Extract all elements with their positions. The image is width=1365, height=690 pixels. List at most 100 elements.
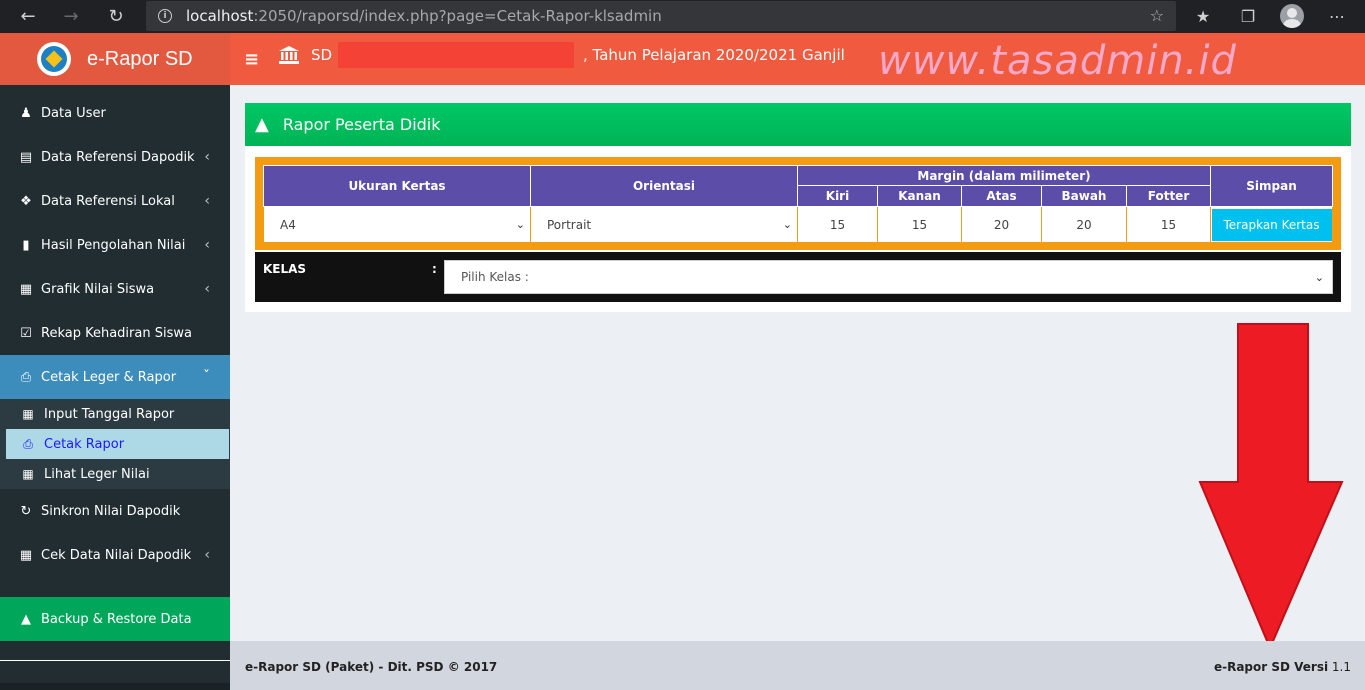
chevron-down-icon: ⌄ — [782, 218, 792, 231]
margin-kiri-input[interactable]: 15 — [797, 206, 878, 243]
sidebar-item-data-user[interactable]: ♟ Data User — [0, 91, 230, 135]
forward-icon[interactable]: → — [56, 1, 86, 31]
users-icon: ♟ — [20, 105, 32, 121]
sidebar-item-cetak-leger-rapor[interactable]: ⎙ Cetak Leger & Rapor ˇ — [0, 355, 230, 399]
logo-area[interactable]: e-Rapor SD — [0, 33, 230, 85]
header-kanan: Kanan — [877, 185, 962, 207]
footer-version-label: e-Rapor SD Versi — [1213, 660, 1329, 674]
app-title: e-Rapor SD — [87, 47, 193, 70]
sidebar-item-label: Backup & Restore Data — [41, 611, 192, 627]
refresh-icon: ↻ — [20, 503, 32, 519]
header-margin: Margin (dalam milimeter) — [797, 165, 1211, 186]
chevron-left-icon: ‹ — [204, 547, 210, 563]
browser-toolbar: ← → ↻ i localhost:2050/raporsd/index.php… — [0, 0, 1365, 33]
header-orientasi: Orientasi — [530, 165, 798, 207]
calendar-icon: ▦ — [22, 407, 34, 421]
tut-wuri-logo-icon — [37, 42, 71, 76]
sidebar-item-grafik-nilai-siswa[interactable]: ▦ Grafik Nilai Siswa ‹ — [0, 267, 230, 311]
footer-version: e-Rapor SD Versi 1.1 — [1214, 660, 1351, 674]
info-icon[interactable]: i — [158, 9, 172, 23]
bookmark-star-icon[interactable]: ☆ — [1150, 6, 1164, 25]
paper-settings-wrapper: Ukuran Kertas Orientasi Margin (dalam mi… — [255, 157, 1341, 250]
sidebar-item-cek-data-nilai-dapodik[interactable]: ▦ Cek Data Nilai Dapodik ‹ — [0, 533, 230, 577]
sidebar-item-label: Rekap Kehadiran Siswa — [41, 325, 192, 341]
academic-year: , Tahun Pelajaran 2020/2021 Ganjil — [583, 46, 845, 64]
watermark-text: www.tasadmin.id — [878, 38, 1237, 84]
paper-size-value: A4 — [280, 217, 296, 232]
url-text: localhost:2050/raporsd/index.php?page=Ce… — [186, 7, 662, 25]
sidebar-item-hasil-pengolahan-nilai[interactable]: ▮ Hasil Pengolahan Nilai ‹ — [0, 223, 230, 267]
sidebar-item-rekap-kehadiran-siswa[interactable]: ☑ Rekap Kehadiran Siswa — [0, 311, 230, 355]
back-icon[interactable]: ← — [13, 1, 43, 31]
header-ukuran-kertas: Ukuran Kertas — [263, 165, 531, 207]
kelas-placeholder: Pilih Kelas : — [461, 270, 529, 284]
th-large-icon: ▦ — [19, 547, 33, 563]
server-icon: ▤ — [19, 149, 33, 165]
apply-cell: Terapkan Kertas — [1210, 206, 1333, 243]
more-icon[interactable]: ⋯ — [1325, 4, 1349, 28]
menu-toggle-icon[interactable]: ≡ — [244, 49, 259, 70]
margin-atas-input[interactable]: 20 — [961, 206, 1042, 243]
sidebar-item-label: Data Referensi Lokal — [41, 193, 175, 209]
red-arrow-annotation — [1198, 323, 1344, 651]
book-icon: ▮ — [22, 237, 30, 253]
print-icon: ⎙ — [20, 369, 32, 385]
favorites-icon[interactable]: ★ — [1191, 4, 1215, 28]
sidebar-item-data-referensi-lokal[interactable]: ❖ Data Referensi Lokal ‹ — [0, 179, 230, 223]
print-icon: ⎙ — [23, 436, 33, 451]
sidebar: ♟ Data User ▤ Data Referensi Dapodik ‹ ❖… — [0, 85, 230, 690]
margin-fotter-input[interactable]: 15 — [1126, 206, 1211, 243]
sidebar-item-label: Data User — [41, 105, 106, 121]
orientation-value: Portrait — [547, 217, 592, 232]
sidebar-item-label: Cek Data Nilai Dapodik — [41, 547, 192, 563]
panel-header: ▲ Rapor Peserta Didik — [245, 103, 1351, 146]
kelas-label: KELAS — [263, 262, 307, 276]
chevron-left-icon: ‹ — [204, 281, 210, 297]
bank-icon — [279, 46, 299, 64]
orientation-select[interactable]: Portrait ⌄ — [530, 206, 798, 243]
paper-size-select[interactable]: A4 ⌄ — [263, 206, 531, 243]
sidebar-item-backup-restore[interactable]: ▲ Backup & Restore Data — [0, 597, 230, 641]
address-bar[interactable]: i localhost:2050/raporsd/index.php?page=… — [146, 1, 1176, 31]
rapor-panel: ▲ Rapor Peserta Didik Ukuran Kertas Orie… — [245, 103, 1351, 312]
footer-copyright: e-Rapor SD (Paket) - Dit. PSD © 2017 — [245, 660, 498, 674]
submenu-item-input-tanggal-rapor[interactable]: ▦ Input Tanggal Rapor — [0, 399, 230, 429]
sidebar-item-label: Hasil Pengolahan Nilai — [41, 237, 186, 253]
profile-avatar[interactable] — [1280, 4, 1304, 28]
chevron-left-icon: ‹ — [204, 149, 210, 165]
header-bawah: Bawah — [1041, 185, 1127, 207]
header-simpan: Simpan — [1210, 165, 1333, 207]
grid-icon: ▦ — [22, 467, 34, 481]
kelas-filter-bar: KELAS : Pilih Kelas : ⌄ — [255, 252, 1341, 302]
top-navbar: ≡ SD N , Tahun Pelajaran 2020/2021 Ganji… — [230, 33, 1365, 85]
header-fotter: Fotter — [1126, 185, 1211, 207]
collections-icon[interactable]: ❐ — [1236, 4, 1260, 28]
sidebar-item-label: Cetak Leger & Rapor — [41, 369, 177, 385]
submenu-item-cetak-rapor[interactable]: ⎙ Cetak Rapor — [6, 429, 229, 459]
apply-paper-button[interactable]: Terapkan Kertas — [1211, 208, 1332, 241]
footer-version-number: 1.1 — [1328, 660, 1351, 674]
sidebar-item-data-referensi-dapodik[interactable]: ▤ Data Referensi Dapodik ‹ — [0, 135, 230, 179]
redacted-block — [338, 42, 574, 68]
panel-title: Rapor Peserta Didik — [282, 115, 441, 134]
chevron-down-icon: ⌄ — [515, 218, 525, 231]
graduation-cap-icon: ▲ — [255, 114, 269, 135]
submenu-item-label: Lihat Leger Nilai — [44, 466, 150, 482]
margin-kanan-input[interactable]: 15 — [877, 206, 962, 243]
kelas-colon: : — [432, 262, 437, 276]
sidebar-footer-strip — [0, 683, 230, 690]
chevron-down-icon: ⌄ — [1314, 271, 1324, 284]
paper-settings-table: Ukuran Kertas Orientasi Margin (dalam mi… — [263, 165, 1333, 243]
reload-icon[interactable]: ↻ — [101, 1, 131, 31]
check-square-icon: ☑ — [20, 325, 32, 341]
submenu-item-label: Input Tanggal Rapor — [44, 406, 175, 422]
sidebar-item-sinkron-nilai-dapodik[interactable]: ↻ Sinkron Nilai Dapodik — [0, 489, 230, 533]
bar-chart-icon: ▦ — [19, 281, 33, 297]
tags-icon: ❖ — [20, 193, 32, 209]
kelas-select[interactable]: Pilih Kelas : ⌄ — [444, 260, 1333, 294]
header-kiri: Kiri — [797, 185, 878, 207]
submenu-item-lihat-leger-nilai[interactable]: ▦ Lihat Leger Nilai — [0, 459, 230, 489]
margin-bawah-input[interactable]: 20 — [1041, 206, 1127, 243]
chevron-down-icon: ˇ — [203, 369, 210, 385]
chevron-left-icon: ‹ — [204, 237, 210, 253]
